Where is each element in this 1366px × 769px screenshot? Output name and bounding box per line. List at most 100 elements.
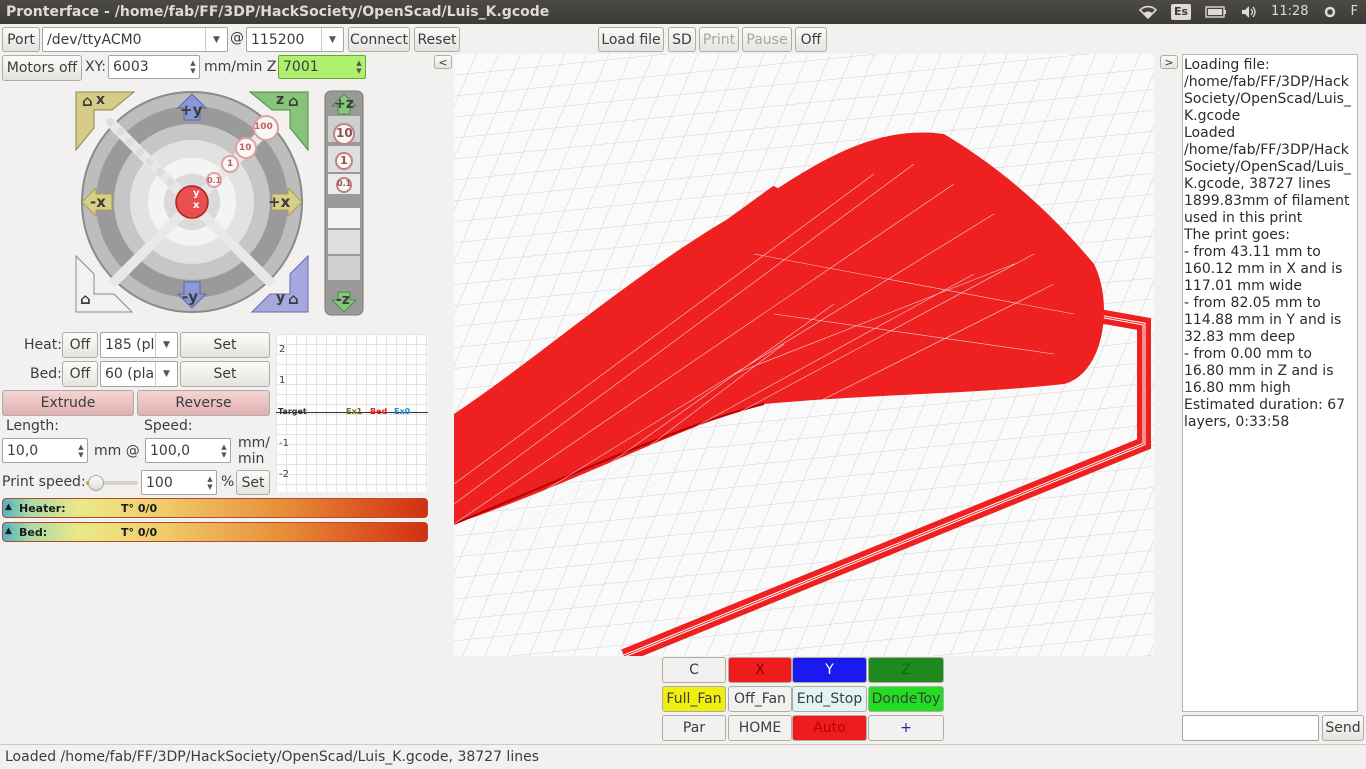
send-button[interactable]: Send	[1322, 715, 1364, 741]
heat-off-button[interactable]: Off	[62, 332, 98, 358]
macro-button-c[interactable]: C	[662, 657, 726, 683]
bed-gauge-label: Bed:	[19, 526, 48, 539]
stepper-icon[interactable]: ▲ ▼	[204, 471, 216, 494]
z-feedrate-input[interactable]: 7001 ▲ ▼	[278, 55, 366, 79]
window-titlebar: Pronterface - /home/fab/FF/3DP/HackSocie…	[0, 0, 1366, 24]
reset-button[interactable]: Reset	[414, 27, 460, 52]
load-file-button[interactable]: Load file	[598, 27, 664, 52]
print-speed-label: Print speed:	[2, 474, 86, 490]
gear-icon[interactable]	[1323, 5, 1337, 19]
print-speed-value: 100	[146, 474, 173, 491]
jog-plus-z-button[interactable]: +z	[334, 96, 354, 112]
z-step-1[interactable]: 1	[340, 154, 348, 167]
z-jog-control[interactable]	[324, 90, 364, 316]
print-button[interactable]: Print	[699, 27, 739, 52]
jog-step-0-1[interactable]: 0.1	[207, 176, 221, 185]
macro-button-full-fan[interactable]: Full_Fan	[662, 686, 726, 712]
jog-plus-y-button[interactable]: +y	[180, 101, 202, 119]
gcode-preview-canvas[interactable]	[454, 54, 1154, 656]
wifi-icon[interactable]	[1138, 5, 1157, 19]
sd-button[interactable]: SD	[668, 27, 696, 52]
log-line: Loading file: /home/fab/FF/3DP/HackSocie…	[1184, 57, 1351, 124]
user-indicator[interactable]: F	[1351, 0, 1358, 24]
jog-minus-x-button[interactable]: -x	[90, 193, 106, 211]
reverse-button[interactable]: Reverse	[137, 390, 270, 416]
jog-minus-y-button[interactable]: -y	[182, 288, 198, 306]
bed-off-button[interactable]: Off	[62, 361, 98, 387]
chevron-down-icon[interactable]: ▼	[155, 333, 177, 357]
print-speed-input[interactable]: 100 ▲ ▼	[141, 470, 217, 495]
baud-value: 115200	[251, 31, 305, 48]
stepper-icon[interactable]: ▲ ▼	[187, 56, 199, 78]
battery-icon[interactable]	[1205, 6, 1227, 18]
gauge-marker-icon: ▲	[5, 526, 12, 536]
off-button[interactable]: Off	[795, 27, 827, 52]
macro-button-end-stop[interactable]: End_Stop	[792, 686, 867, 712]
jog-step-10[interactable]: 10	[239, 143, 252, 153]
jog-minus-z-button[interactable]: -z	[336, 292, 350, 308]
home-z-icon[interactable]: ⌂	[288, 92, 299, 110]
collapse-left-button[interactable]: <	[434, 55, 452, 69]
status-bar: Loaded /home/fab/FF/3DP/HackSociety/Open…	[0, 744, 1366, 768]
speed-input[interactable]: 100,0 ▲ ▼	[145, 438, 231, 463]
chevron-down-icon[interactable]: ▼	[155, 362, 177, 386]
xy-feedrate-input[interactable]: 6003 ▲ ▼	[108, 55, 200, 79]
print-speed-slider[interactable]	[86, 475, 138, 491]
home-all-icon[interactable]: ⌂	[80, 290, 91, 308]
length-input[interactable]: 10,0 ▲ ▼	[2, 438, 88, 463]
mm-at-label: mm @	[94, 443, 140, 459]
chevron-down-icon[interactable]: ▼	[321, 28, 343, 51]
stepper-icon[interactable]: ▲ ▼	[218, 439, 230, 462]
z-step-10[interactable]: 10	[336, 126, 353, 140]
macro-button-par[interactable]: Par	[662, 715, 726, 741]
speed-label: Speed:	[144, 418, 193, 434]
port-button[interactable]: Port	[2, 27, 40, 52]
motors-off-button[interactable]: Motors off	[2, 55, 82, 81]
macro-button-add[interactable]: +	[868, 715, 944, 741]
macro-button-z[interactable]: Z	[868, 657, 944, 683]
gcode-3d-viewport[interactable]	[454, 54, 1154, 656]
console-log[interactable]: Loading file: /home/fab/FF/3DP/HackSocie…	[1182, 54, 1358, 712]
print-speed-slider-handle[interactable]	[88, 475, 105, 491]
system-tray: Es 11:28 F	[1138, 0, 1358, 24]
log-line: Estimated duration: 67 layers, 0:33:58	[1184, 397, 1346, 430]
baud-select[interactable]: 115200 ▼	[246, 27, 344, 52]
volume-icon[interactable]	[1241, 5, 1257, 19]
macro-button-home[interactable]: HOME	[728, 715, 792, 741]
stepper-icon[interactable]: ▲ ▼	[75, 439, 87, 462]
z-step-0-1[interactable]: 0.1	[337, 179, 351, 188]
z-feedrate-value: 7001	[283, 59, 319, 75]
jog-step-100[interactable]: 100	[254, 122, 273, 132]
macro-button-x[interactable]: X	[728, 657, 792, 683]
stepper-icon[interactable]: ▲ ▼	[353, 56, 365, 78]
macro-button-auto[interactable]: Auto	[792, 715, 867, 741]
chevron-down-icon[interactable]: ▼	[205, 28, 227, 51]
jog-step-1[interactable]: 1	[227, 159, 233, 169]
bed-temp-select[interactable]: 60 (pla ▼	[100, 361, 178, 387]
keyboard-layout-indicator[interactable]: Es	[1170, 4, 1192, 20]
extrude-button[interactable]: Extrude	[2, 390, 134, 416]
heat-temp-select[interactable]: 185 (pl ▼	[100, 332, 178, 358]
percent-label: %	[221, 474, 235, 490]
home-y-icon[interactable]: ⌂	[288, 290, 299, 308]
bed-label: Bed:	[30, 366, 62, 382]
heater-gauge-label: Heater:	[19, 502, 66, 515]
collapse-right-button[interactable]: >	[1160, 55, 1178, 69]
connect-button[interactable]: Connect	[348, 27, 410, 52]
gcode-command-input[interactable]	[1182, 715, 1319, 741]
jog-plus-x-button[interactable]: +x	[268, 193, 290, 211]
center-x-label: x	[193, 200, 200, 211]
macro-button-off-fan[interactable]: Off_Fan	[728, 686, 792, 712]
print-speed-set-button[interactable]: Set	[236, 470, 270, 495]
pause-button[interactable]: Pause	[742, 27, 792, 52]
clock[interactable]: 11:28	[1271, 0, 1308, 24]
home-x-icon[interactable]: ⌂	[82, 92, 93, 110]
log-line: The print goes:	[1184, 227, 1290, 243]
heater-gauge-temp: T° 0/0	[121, 502, 158, 515]
bed-set-button[interactable]: Set	[180, 361, 270, 387]
macro-button-y[interactable]: Y	[792, 657, 867, 683]
macro-button-dondetoy[interactable]: DondeToy	[868, 686, 944, 712]
heat-set-button[interactable]: Set	[180, 332, 270, 358]
port-select[interactable]: /dev/ttyACM0 ▼	[42, 27, 228, 52]
log-line: - from 82.05 mm to 114.88 mm in Y and is…	[1184, 295, 1342, 345]
